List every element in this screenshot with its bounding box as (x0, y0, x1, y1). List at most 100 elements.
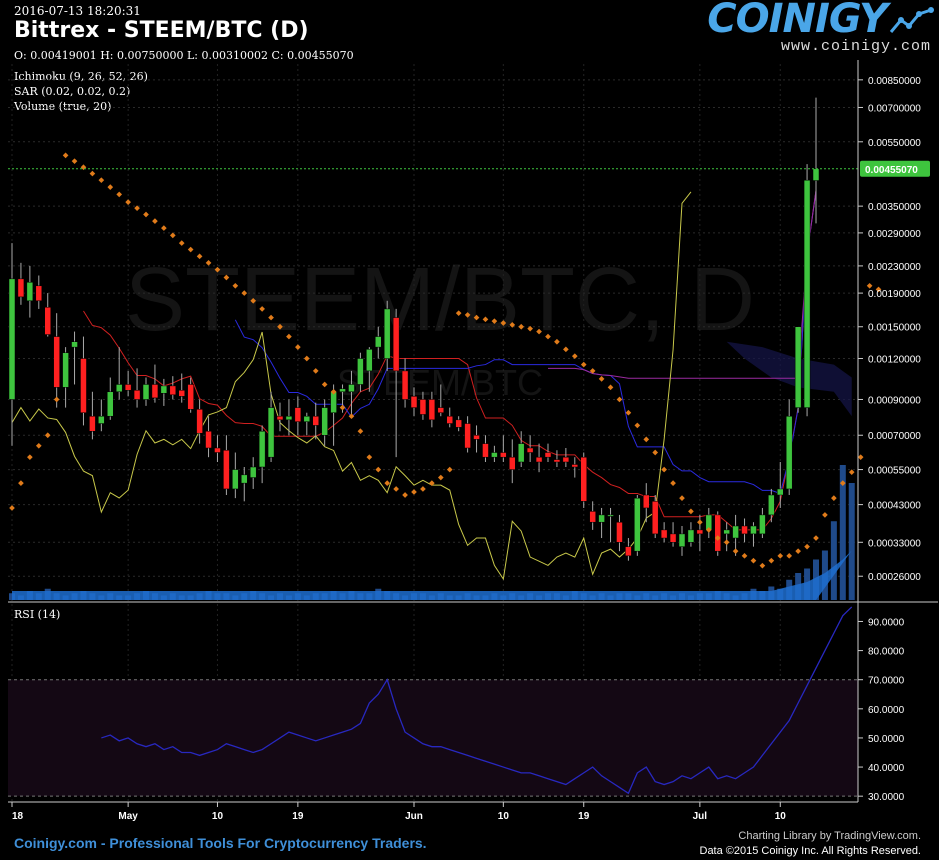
y-tick-label: 0.00150000 (868, 323, 921, 334)
sar-dot (116, 191, 123, 198)
sar-dot (152, 218, 158, 224)
candle (785, 415, 793, 490)
sar-dot (411, 489, 417, 495)
candle (714, 514, 721, 552)
candle (321, 407, 328, 436)
sar-dot (18, 480, 24, 486)
sar-dot (27, 454, 33, 461)
sar-dot (580, 361, 587, 368)
sar-dot (303, 355, 310, 362)
sar-dot (321, 381, 328, 388)
x-tick-label: 10 (212, 811, 224, 822)
sar-dot (661, 466, 667, 473)
candle (794, 326, 802, 408)
sar-dot (688, 508, 694, 515)
y-tick-label: 0.00190000 (868, 289, 921, 300)
candle (589, 511, 596, 523)
x-tick-label: 10 (498, 811, 510, 822)
candle (80, 358, 87, 413)
sar-dot (339, 404, 346, 411)
candle (26, 282, 34, 302)
sar-dot (44, 432, 51, 439)
candle (634, 497, 641, 552)
candle (571, 464, 579, 468)
candle (348, 384, 355, 393)
sar-dot (446, 466, 453, 473)
sar-dot (848, 469, 855, 476)
rsi-tick-label: 60.0000 (868, 705, 905, 716)
candle (651, 501, 659, 535)
candle (330, 391, 337, 413)
rsi-tick-label: 80.0000 (868, 647, 905, 658)
candle (732, 525, 739, 539)
candle (312, 415, 319, 426)
candle (491, 452, 498, 458)
sar-dot (357, 428, 364, 435)
candle (562, 456, 570, 463)
candle (687, 529, 695, 543)
footer-tagline[interactable]: Coinigy.com - Professional Tools For Cry… (14, 835, 427, 851)
candle (392, 317, 400, 372)
candle (643, 494, 650, 509)
candle (133, 390, 141, 400)
candle (741, 525, 748, 535)
sar-dot (723, 539, 730, 546)
sar-dot (616, 396, 623, 403)
sar-dot (866, 282, 873, 289)
candle (267, 407, 275, 458)
sar-dot (89, 170, 96, 177)
sar-dot (598, 376, 605, 382)
volume-bar (848, 483, 855, 600)
candle (366, 349, 373, 372)
sar-dot (125, 199, 131, 205)
candle (464, 423, 471, 449)
candle (160, 385, 168, 394)
candle (187, 384, 194, 410)
candle (598, 514, 605, 523)
candle (517, 443, 525, 463)
sar-dot (607, 384, 614, 391)
last-price-label: 0.00455070 (865, 165, 918, 176)
sar-dot (670, 480, 676, 486)
sar-dot (804, 543, 810, 550)
candle (660, 529, 668, 539)
tenkan-line (83, 190, 817, 531)
candle (553, 459, 561, 463)
y-tick-label: 0.00033000 (868, 538, 921, 549)
candle (723, 529, 730, 535)
candle (455, 419, 462, 428)
sar-dot (366, 454, 373, 461)
y-tick-label: 0.00055000 (868, 466, 921, 477)
candle (62, 352, 69, 388)
candle (205, 430, 212, 449)
candle (71, 341, 78, 348)
footer-credit[interactable]: Charting Library by TradingView.com. (738, 830, 921, 842)
sar-dot (643, 436, 650, 443)
candle (535, 456, 543, 463)
sar-dot (750, 557, 757, 564)
x-tick-label: Jun (405, 811, 423, 822)
candle (401, 370, 409, 400)
rsi-tick-label: 70.0000 (868, 676, 905, 687)
candle (428, 399, 436, 421)
y-tick-label: 0.00090000 (868, 395, 921, 406)
y-tick-label: 0.00230000 (868, 262, 921, 273)
candle (678, 533, 686, 547)
candle (8, 278, 16, 400)
rsi-tick-label: 90.0000 (868, 617, 905, 628)
sar-dot (652, 449, 659, 456)
candle (35, 285, 43, 302)
candle (53, 336, 60, 388)
sar-dot (35, 442, 42, 449)
candle (750, 525, 757, 535)
y-tick-label: 0.00070000 (868, 431, 921, 442)
sar-dot (822, 512, 828, 518)
price-chart[interactable]: STEEM/BTC, D STEEM/BTC 0.008500000.00700… (0, 0, 939, 860)
candle (419, 399, 427, 415)
x-tick-label: 18 (12, 811, 24, 822)
sar-dot (831, 495, 837, 501)
candle (98, 415, 105, 424)
sar-dot (437, 474, 444, 481)
sar-dot (679, 495, 685, 501)
candle (526, 447, 534, 453)
